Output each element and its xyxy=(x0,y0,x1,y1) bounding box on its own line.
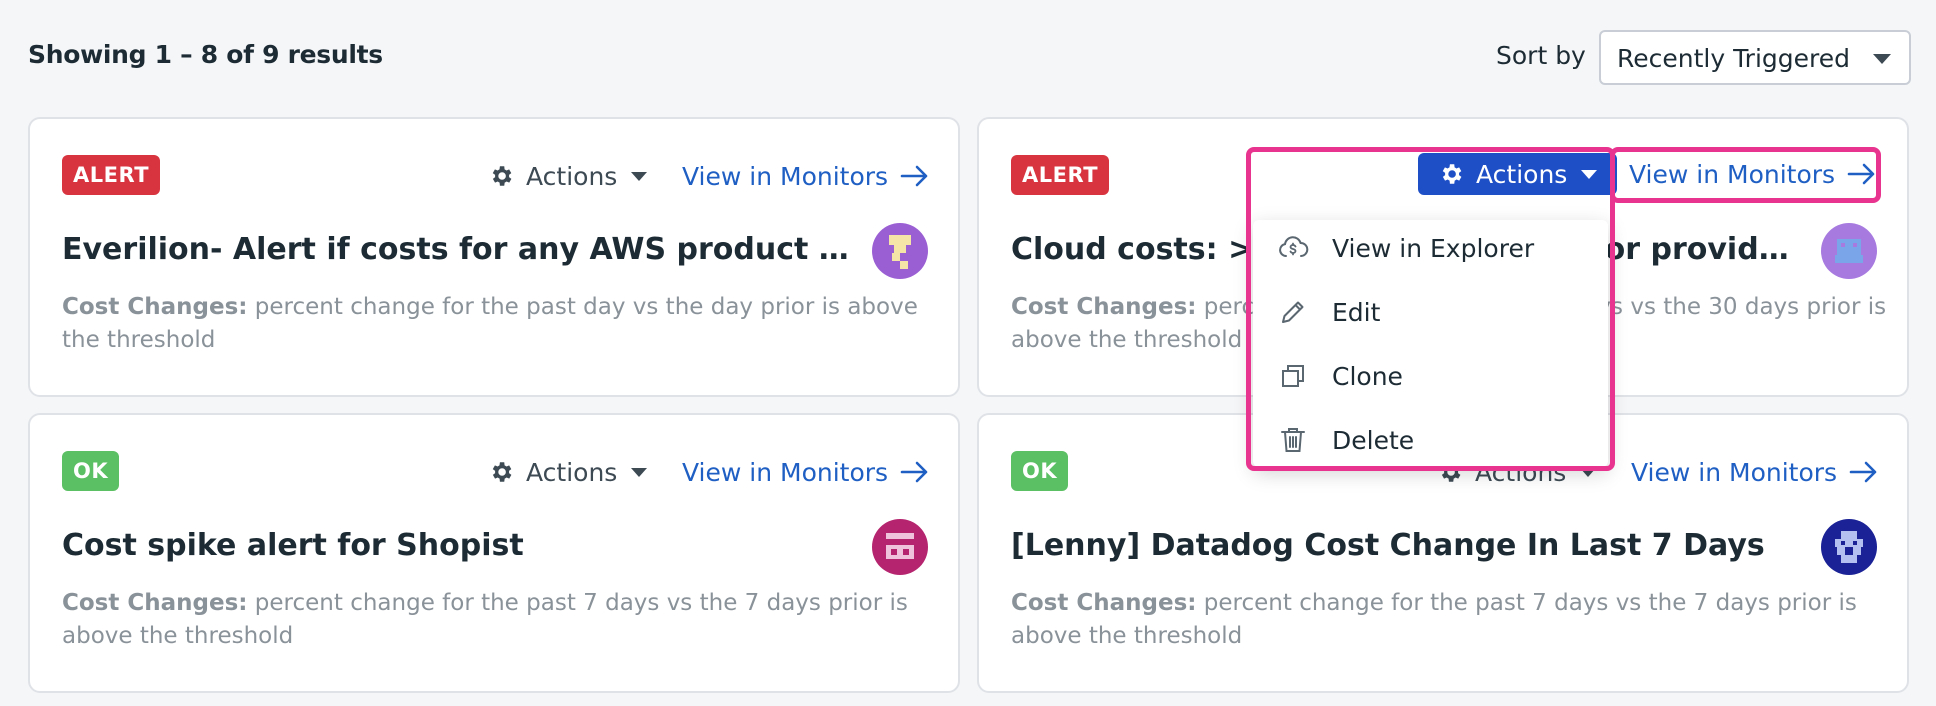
menu-item-view-in-explorer[interactable]: View in Explorer xyxy=(1253,220,1608,276)
actions-button[interactable]: Actions xyxy=(488,155,648,197)
description-label: Cost Changes: xyxy=(62,294,248,320)
gear-icon xyxy=(492,166,512,186)
caret-down-icon xyxy=(1581,169,1598,179)
monitor-description: Cost Changes: percent change for the pas… xyxy=(1011,587,1891,653)
status-badge: OK xyxy=(62,451,120,491)
avatar xyxy=(1821,223,1877,279)
monitor-title[interactable]: Everilion- Alert if costs for any AWS pr… xyxy=(62,232,852,267)
clone-icon xyxy=(1282,365,1304,387)
view-link-label: View in Monitors xyxy=(682,457,889,487)
actions-menu: View in Explorer Edit Clone Delete xyxy=(1253,220,1608,467)
menu-item-label: Clone xyxy=(1332,361,1403,391)
view-link-label: View in Monitors xyxy=(682,161,889,191)
arrow-right-icon xyxy=(1849,461,1877,483)
actions-label: Actions xyxy=(526,457,618,487)
avatar xyxy=(872,223,928,279)
cloud-dollar-icon xyxy=(1279,236,1309,257)
actions-label: Actions xyxy=(526,161,618,191)
view-in-monitors-link[interactable]: View in Monitors xyxy=(1631,451,1879,493)
monitor-title[interactable]: Cost spike alert for Shopist xyxy=(62,528,852,563)
caret-down-icon xyxy=(631,467,648,477)
caret-down-icon xyxy=(1580,467,1597,477)
gear-icon xyxy=(492,462,512,482)
status-badge: ALERT xyxy=(62,155,161,195)
view-link-label: View in Monitors xyxy=(1629,159,1836,189)
actions-button[interactable]: Actions xyxy=(488,451,648,493)
avatar xyxy=(1821,519,1877,575)
results-count: Showing 1 – 8 of 9 results xyxy=(28,40,383,69)
menu-item-label: View in Explorer xyxy=(1332,233,1535,263)
chevron-down-icon xyxy=(1873,54,1891,64)
avatar xyxy=(872,519,928,575)
view-link-label: View in Monitors xyxy=(1631,457,1838,487)
monitor-title[interactable]: [Lenny] Datadog Cost Change In Last 7 Da… xyxy=(1011,528,1801,563)
trash-icon xyxy=(1281,428,1305,452)
actions-label: Actions xyxy=(1476,159,1568,189)
arrow-right-icon xyxy=(900,461,928,483)
status-badge: OK xyxy=(1011,451,1069,491)
description-label: Cost Changes: xyxy=(62,590,248,616)
menu-item-label: Edit xyxy=(1332,297,1381,327)
arrow-right-icon xyxy=(900,165,928,187)
view-in-monitors-link[interactable]: View in Monitors xyxy=(682,155,930,197)
sort-label: Sort by xyxy=(1496,41,1586,70)
menu-item-edit[interactable]: Edit xyxy=(1253,284,1608,340)
monitor-description: Cost Changes: percent change for the pas… xyxy=(62,291,942,357)
menu-item-label: Delete xyxy=(1332,425,1415,455)
arrow-right-icon xyxy=(1847,163,1875,185)
actions-button-active[interactable]: Actions xyxy=(1418,153,1618,195)
status-badge: ALERT xyxy=(1011,155,1110,195)
sort-select-value: Recently Triggered xyxy=(1617,44,1851,73)
view-in-monitors-link[interactable]: View in Monitors xyxy=(682,451,930,493)
description-label: Cost Changes: xyxy=(1011,590,1197,616)
monitor-card: OK Actions View in Monitors Cost spike a… xyxy=(28,413,960,693)
caret-down-icon xyxy=(631,171,648,181)
results-header: Showing 1 – 8 of 9 results Sort by Recen… xyxy=(0,0,1936,110)
sort-select[interactable]: Recently Triggered xyxy=(1599,30,1911,85)
menu-item-clone[interactable]: Clone xyxy=(1253,348,1608,404)
menu-item-delete[interactable]: Delete xyxy=(1253,412,1608,468)
pencil-icon xyxy=(1282,301,1304,323)
gear-icon xyxy=(1442,164,1462,184)
description-label: Cost Changes: xyxy=(1011,294,1197,320)
monitor-card: ALERT Actions View in Monitors Everilion… xyxy=(28,117,960,397)
monitor-description: Cost Changes: percent change for the pas… xyxy=(62,587,942,653)
view-in-monitors-link[interactable]: View in Monitors xyxy=(1629,153,1877,195)
